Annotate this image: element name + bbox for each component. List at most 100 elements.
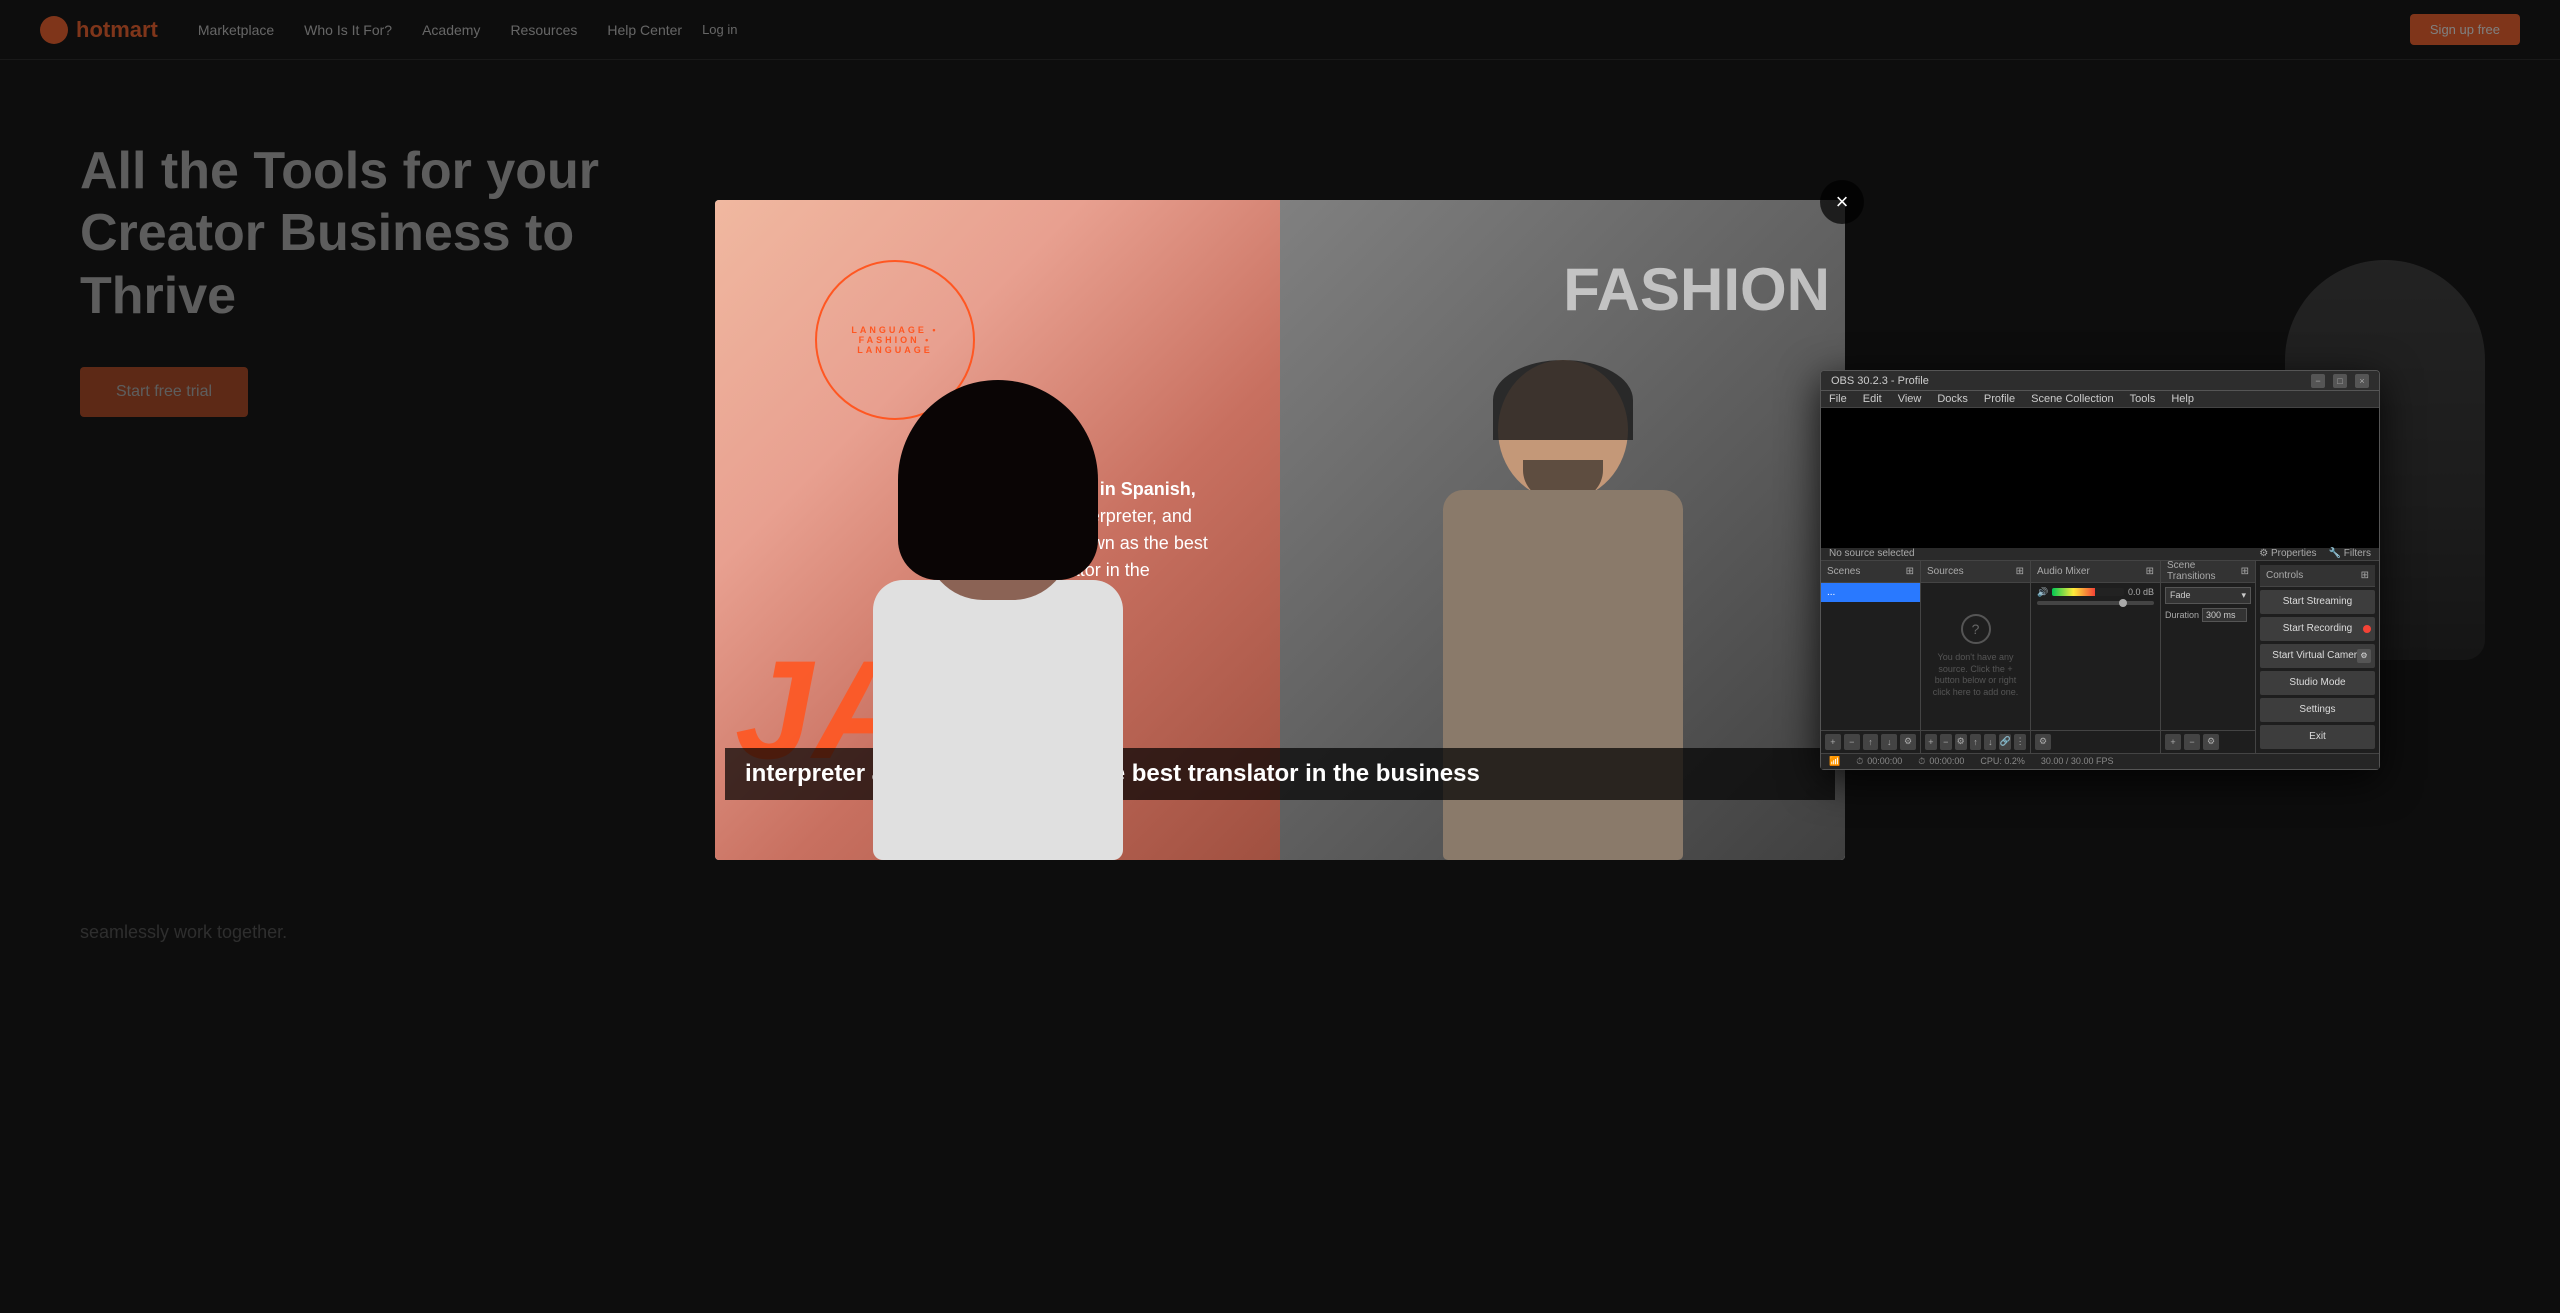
- obs-audio-toolbar: ⚙: [2031, 730, 2160, 753]
- obs-exit-button[interactable]: Exit: [2260, 725, 2375, 749]
- obs-close-button[interactable]: ×: [2355, 374, 2369, 388]
- obs-status-network: 📶: [1829, 756, 1840, 767]
- obs-menu-scene-collection[interactable]: Scene Collection: [2031, 393, 2114, 405]
- obs-scenes-settings-btn[interactable]: ⚙: [1900, 734, 1916, 750]
- woman-silhouette: [848, 380, 1148, 860]
- obs-recording-indicator: [2363, 625, 2371, 633]
- obs-maximize-button[interactable]: □: [2333, 374, 2347, 388]
- obs-network-icon: 📶: [1829, 756, 1840, 767]
- obs-menu-help[interactable]: Help: [2171, 393, 2194, 405]
- obs-status-cpu: CPU: 0.2%: [1980, 756, 2025, 766]
- obs-audio-icon-speaker: 🔊: [2037, 587, 2048, 598]
- obs-menu-docks[interactable]: Docks: [1937, 393, 1968, 405]
- fashion-text: FASHION: [1563, 260, 1830, 320]
- obs-window-controls: − □ ×: [2311, 374, 2369, 388]
- obs-virtual-camera-label: Start Virtual Camera: [2272, 650, 2362, 661]
- obs-controls-icon: ⊞: [2361, 570, 2369, 581]
- obs-sources-header: Sources ⊞: [1921, 561, 2030, 583]
- obs-controls-header: Controls ⊞: [2260, 565, 2375, 587]
- obs-volume-slider[interactable]: [2037, 601, 2154, 605]
- obs-sources-settings-btn[interactable]: ⚙: [1955, 734, 1967, 750]
- obs-scene-item[interactable]: ...: [1821, 583, 1920, 602]
- obs-filters-btn[interactable]: 🔧 Filters: [2329, 548, 2371, 559]
- obs-controls-label: Controls: [2266, 570, 2303, 581]
- obs-audio-header: Audio Mixer ⊞: [2031, 561, 2160, 583]
- obs-scenes-remove-btn[interactable]: −: [1844, 734, 1860, 750]
- obs-scenes-label: Scenes: [1827, 566, 1860, 577]
- obs-start-recording-button[interactable]: Start Recording: [2260, 617, 2375, 641]
- modal-close-button[interactable]: ×: [1820, 180, 1864, 224]
- obs-scenes-down-btn[interactable]: ↓: [1881, 734, 1897, 750]
- obs-transitions-icon: ⊞: [2241, 566, 2249, 577]
- obs-panels: Scenes ⊞ ... + − ↑ ↓ ⚙ Sources ⊞ ? You d…: [1821, 561, 2379, 753]
- obs-sources-link-btn[interactable]: 🔗: [1999, 734, 2011, 750]
- man-body: [1443, 490, 1683, 860]
- obs-audio-panel: Audio Mixer ⊞ 🔊 0.0 dB ⚙: [2031, 561, 2161, 753]
- obs-source-bar: No source selected ⚙ Properties 🔧 Filter…: [1821, 548, 2379, 561]
- obs-menu-profile-label[interactable]: Profile: [1984, 393, 2015, 405]
- obs-menubar: File Edit View Docks Controls Profile Sc…: [1821, 391, 2379, 407]
- obs-cpu-value: CPU: 0.2%: [1980, 756, 2025, 766]
- modal-container: LANGUAGE • FASHION • LANGUAGE JANE: [715, 200, 1845, 860]
- obs-window: OBS 30.2.3 - Profile − □ × File Edit Vie…: [1820, 370, 2380, 770]
- obs-audio-level-row: 🔊 0.0 dB: [2037, 587, 2154, 598]
- obs-transitions-toolbar: + − ⚙: [2161, 730, 2255, 753]
- obs-menu-file[interactable]: File: [1829, 393, 1847, 405]
- obs-transitions-panel: Scene Transitions ⊞ Fade ▾ Duration + − …: [2161, 561, 2256, 753]
- obs-sources-remove-btn[interactable]: −: [1940, 734, 1952, 750]
- obs-sources-more-btn[interactable]: ⋮: [2014, 734, 2026, 750]
- obs-scenes-header: Scenes ⊞: [1821, 561, 1920, 583]
- obs-question-icon: ?: [1961, 614, 1991, 644]
- obs-source-hint: You don't have any source. Click the + b…: [1931, 652, 2020, 699]
- obs-transitions-add-btn[interactable]: +: [2165, 734, 2181, 750]
- obs-volume-thumb: [2119, 599, 2127, 607]
- obs-transition-type: Fade: [2170, 590, 2191, 600]
- obs-window-title: OBS 30.2.3 - Profile: [1831, 375, 1929, 387]
- obs-transition-select[interactable]: Fade ▾: [2165, 587, 2251, 604]
- obs-time2-value: 00:00:00: [1929, 756, 1964, 766]
- obs-audio-icon: ⊞: [2146, 566, 2154, 577]
- obs-start-recording-label: Start Recording: [2283, 623, 2352, 634]
- obs-properties-btn[interactable]: ⚙ Properties: [2259, 548, 2316, 559]
- obs-audio-item: 🔊 0.0 dB: [2031, 583, 2160, 609]
- obs-time1-icon: ⏱: [1856, 756, 1863, 767]
- obs-scenes-up-btn[interactable]: ↑: [1863, 734, 1879, 750]
- obs-transitions-remove-btn[interactable]: −: [2184, 734, 2200, 750]
- woman-hair: [898, 380, 1098, 580]
- obs-preview: [1821, 408, 2379, 548]
- obs-scenes-icon: ⊞: [1906, 566, 1914, 577]
- obs-audio-meter: [2052, 588, 2124, 596]
- obs-minimize-button[interactable]: −: [2311, 374, 2325, 388]
- obs-start-streaming-button[interactable]: Start Streaming: [2260, 590, 2375, 614]
- woman-body: [873, 580, 1123, 860]
- obs-sources-add-btn[interactable]: +: [1925, 734, 1937, 750]
- obs-sources-toolbar: + − ⚙ ↑ ↓ 🔗 ⋮: [1921, 730, 2030, 753]
- obs-status-fps: 30.00 / 30.00 FPS: [2041, 756, 2114, 766]
- obs-sources-down-btn[interactable]: ↓: [1984, 734, 1996, 750]
- obs-sources-up-btn[interactable]: ↑: [1970, 734, 1982, 750]
- obs-menu-view[interactable]: View: [1898, 393, 1922, 405]
- obs-audio-meter-fill: [2052, 588, 2095, 596]
- obs-source-empty: ? You don't have any source. Click the +…: [1921, 583, 2030, 730]
- obs-time1-value: 00:00:00: [1867, 756, 1902, 766]
- obs-menu-edit[interactable]: Edit: [1863, 393, 1882, 405]
- obs-duration-input[interactable]: [2202, 608, 2247, 622]
- obs-settings-button[interactable]: Settings: [2260, 698, 2375, 722]
- obs-transitions-header: Scene Transitions ⊞: [2161, 561, 2255, 583]
- obs-start-virtual-camera-button[interactable]: Start Virtual Camera ⚙: [2260, 644, 2375, 668]
- obs-audio-settings-btn[interactable]: ⚙: [2035, 734, 2051, 750]
- obs-sources-panel: Sources ⊞ ? You don't have any source. C…: [1921, 561, 2031, 753]
- obs-transitions-settings-btn[interactable]: ⚙: [2203, 734, 2219, 750]
- obs-fps-value: 30.00 / 30.00 FPS: [2041, 756, 2114, 766]
- obs-time2-icon: ⏱: [1918, 756, 1925, 767]
- obs-menu-tools[interactable]: Tools: [2130, 393, 2156, 405]
- obs-virtual-camera-icon: ⚙: [2357, 649, 2371, 663]
- obs-transitions-label: Scene Transitions: [2167, 560, 2241, 582]
- obs-scenes-toolbar: + − ↑ ↓ ⚙: [1821, 730, 1920, 753]
- man-hair: [1493, 360, 1633, 440]
- obs-studio-mode-button[interactable]: Studio Mode: [2260, 671, 2375, 695]
- obs-status-time2: ⏱ 00:00:00: [1918, 756, 1964, 767]
- obs-scenes-panel: Scenes ⊞ ... + − ↑ ↓ ⚙: [1821, 561, 1921, 753]
- modal-image: LANGUAGE • FASHION • LANGUAGE JANE: [715, 200, 1845, 860]
- obs-scenes-add-btn[interactable]: +: [1825, 734, 1841, 750]
